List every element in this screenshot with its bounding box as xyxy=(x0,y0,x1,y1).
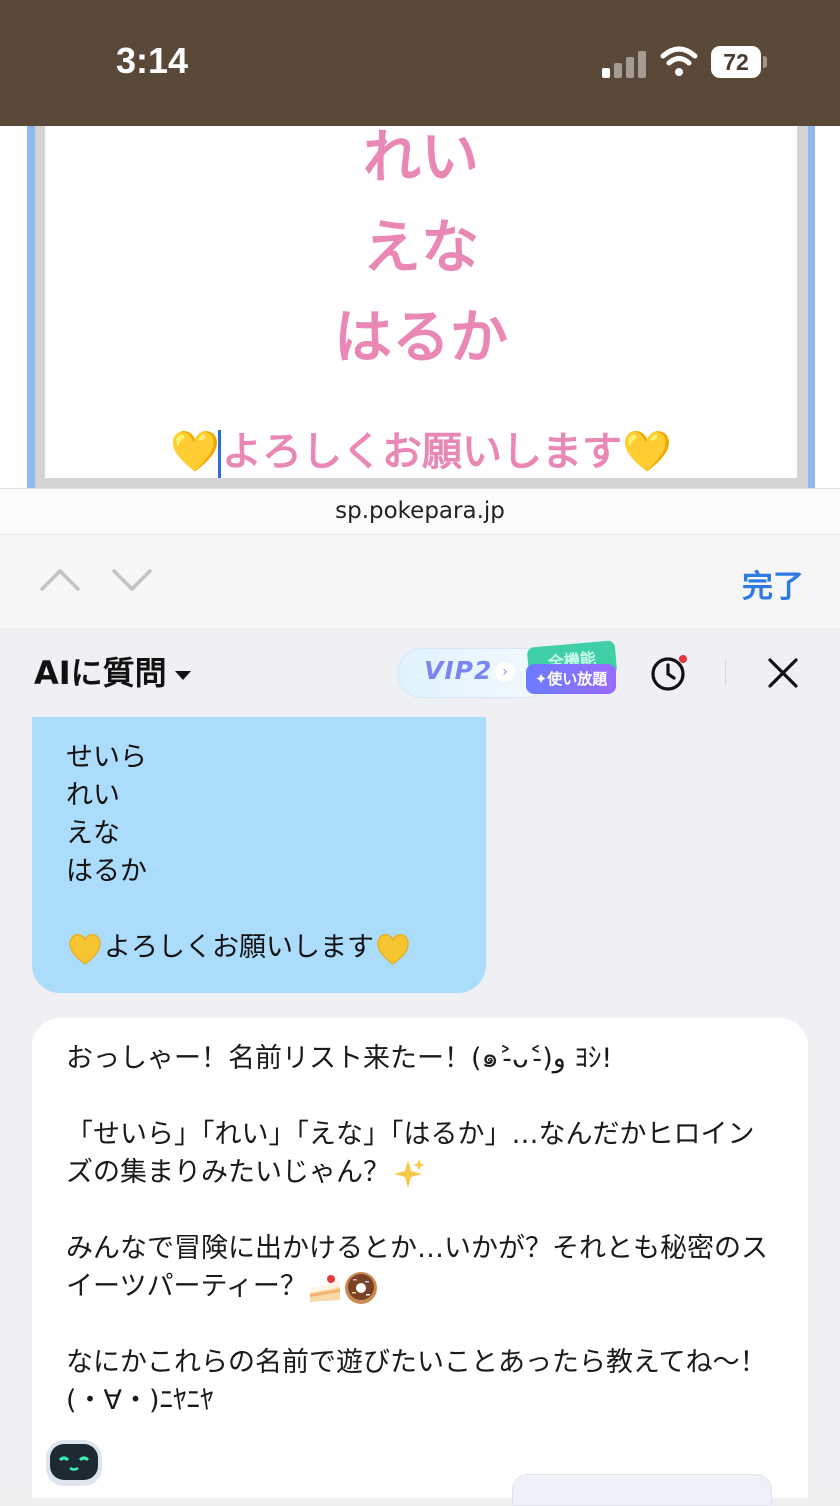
message-line: れい xyxy=(66,780,120,811)
vip-label: VIP2 xyxy=(424,656,493,685)
find-bar: 完了 xyxy=(0,534,840,629)
ai-title-label: AIに質問 xyxy=(34,654,167,692)
suggestion-chip[interactable] xyxy=(512,1474,772,1506)
cake-icon xyxy=(309,1274,340,1302)
greeting-text: よろしくお願いします xyxy=(222,429,622,475)
greeting-text: よろしくお願いします xyxy=(104,932,374,963)
selection-frame-left xyxy=(27,126,35,488)
ai-panel: AIに質問 VIP2 › 全機能 ✦使い放題 せいら れい えな はるか よろし… xyxy=(0,628,840,1506)
sparkles-icon xyxy=(394,1158,425,1188)
chevron-down-icon[interactable] xyxy=(110,565,154,595)
ai-paragraph: 「せいら」「れい」「えな」「はるか」…なんだかヒロインズの集まりみたいじゃん？ xyxy=(66,1116,774,1192)
message-line: せいら xyxy=(66,742,147,773)
ai-paragraph: なにかこれらの名前で遊びたいことあったら教えてね〜！(・∀・)ﾆﾔﾆﾔ xyxy=(66,1347,767,1416)
ai-paragraph: おっしゃー！名前リスト来たー！(๑˃̵ᴗ˂̵)و ﾖｼ! xyxy=(66,1043,613,1074)
webview-content[interactable]: れい えな はるか 💛よろしくお願いします💛 xyxy=(0,126,840,488)
message-line: えな xyxy=(66,818,120,849)
ai-paragraph: みんなで冒険に出かけるとか…いかが？それとも秘密のスイーツパーティー？ xyxy=(66,1230,774,1306)
yellow-heart-icon xyxy=(377,933,409,965)
message-line: はるか xyxy=(66,856,147,887)
heart-emoji: 💛 xyxy=(170,429,220,475)
ai-mode-dropdown[interactable]: AIに質問 xyxy=(34,648,191,694)
signal-icon xyxy=(602,50,646,78)
selection-frame-right xyxy=(808,126,815,488)
frame-border-right xyxy=(797,126,808,488)
yellow-heart-icon xyxy=(69,933,101,965)
user-message-bubble: せいら れい えな はるか よろしくお願いします xyxy=(32,717,486,993)
ai-panel-header: AIに質問 VIP2 › 全機能 ✦使い放題 xyxy=(0,628,840,716)
ai-message-bubble: おっしゃー！名前リスト来たー！(๑˃̵ᴗ˂̵)و ﾖｼ! 「せいら」「れい」「え… xyxy=(32,1018,808,1498)
heart-emoji: 💛 xyxy=(622,429,672,475)
header-divider xyxy=(725,660,726,686)
donut-icon xyxy=(344,1271,377,1304)
clock-icon[interactable] xyxy=(650,654,688,692)
message-greeting: よろしくお願いします xyxy=(66,929,452,968)
text-caret xyxy=(218,430,221,478)
unlimited-badge[interactable]: ✦使い放題 xyxy=(526,664,616,694)
robot-avatar-icon[interactable] xyxy=(38,1436,110,1486)
done-button[interactable]: 完了 xyxy=(742,561,804,606)
battery-nub xyxy=(763,56,767,68)
wifi-icon xyxy=(660,46,698,76)
name-text: はるか xyxy=(333,303,508,371)
close-icon[interactable] xyxy=(766,656,800,690)
battery-icon: 72 xyxy=(711,46,761,78)
chevron-up-icon[interactable] xyxy=(38,565,82,595)
chevron-right-icon: › xyxy=(495,662,515,682)
url-domain[interactable]: sp.pokepara.jp xyxy=(335,498,505,524)
status-time: 3:14 xyxy=(116,40,189,81)
frame-border-left xyxy=(35,126,45,488)
caret-down-icon xyxy=(174,670,191,680)
status-bar: 3:14 72 xyxy=(0,0,840,126)
name-text: れい xyxy=(362,126,479,191)
url-bar[interactable]: sp.pokepara.jp xyxy=(0,488,840,535)
name-text: えな xyxy=(362,213,479,281)
greeting-line: 💛よろしくお願いします💛 xyxy=(45,424,797,480)
